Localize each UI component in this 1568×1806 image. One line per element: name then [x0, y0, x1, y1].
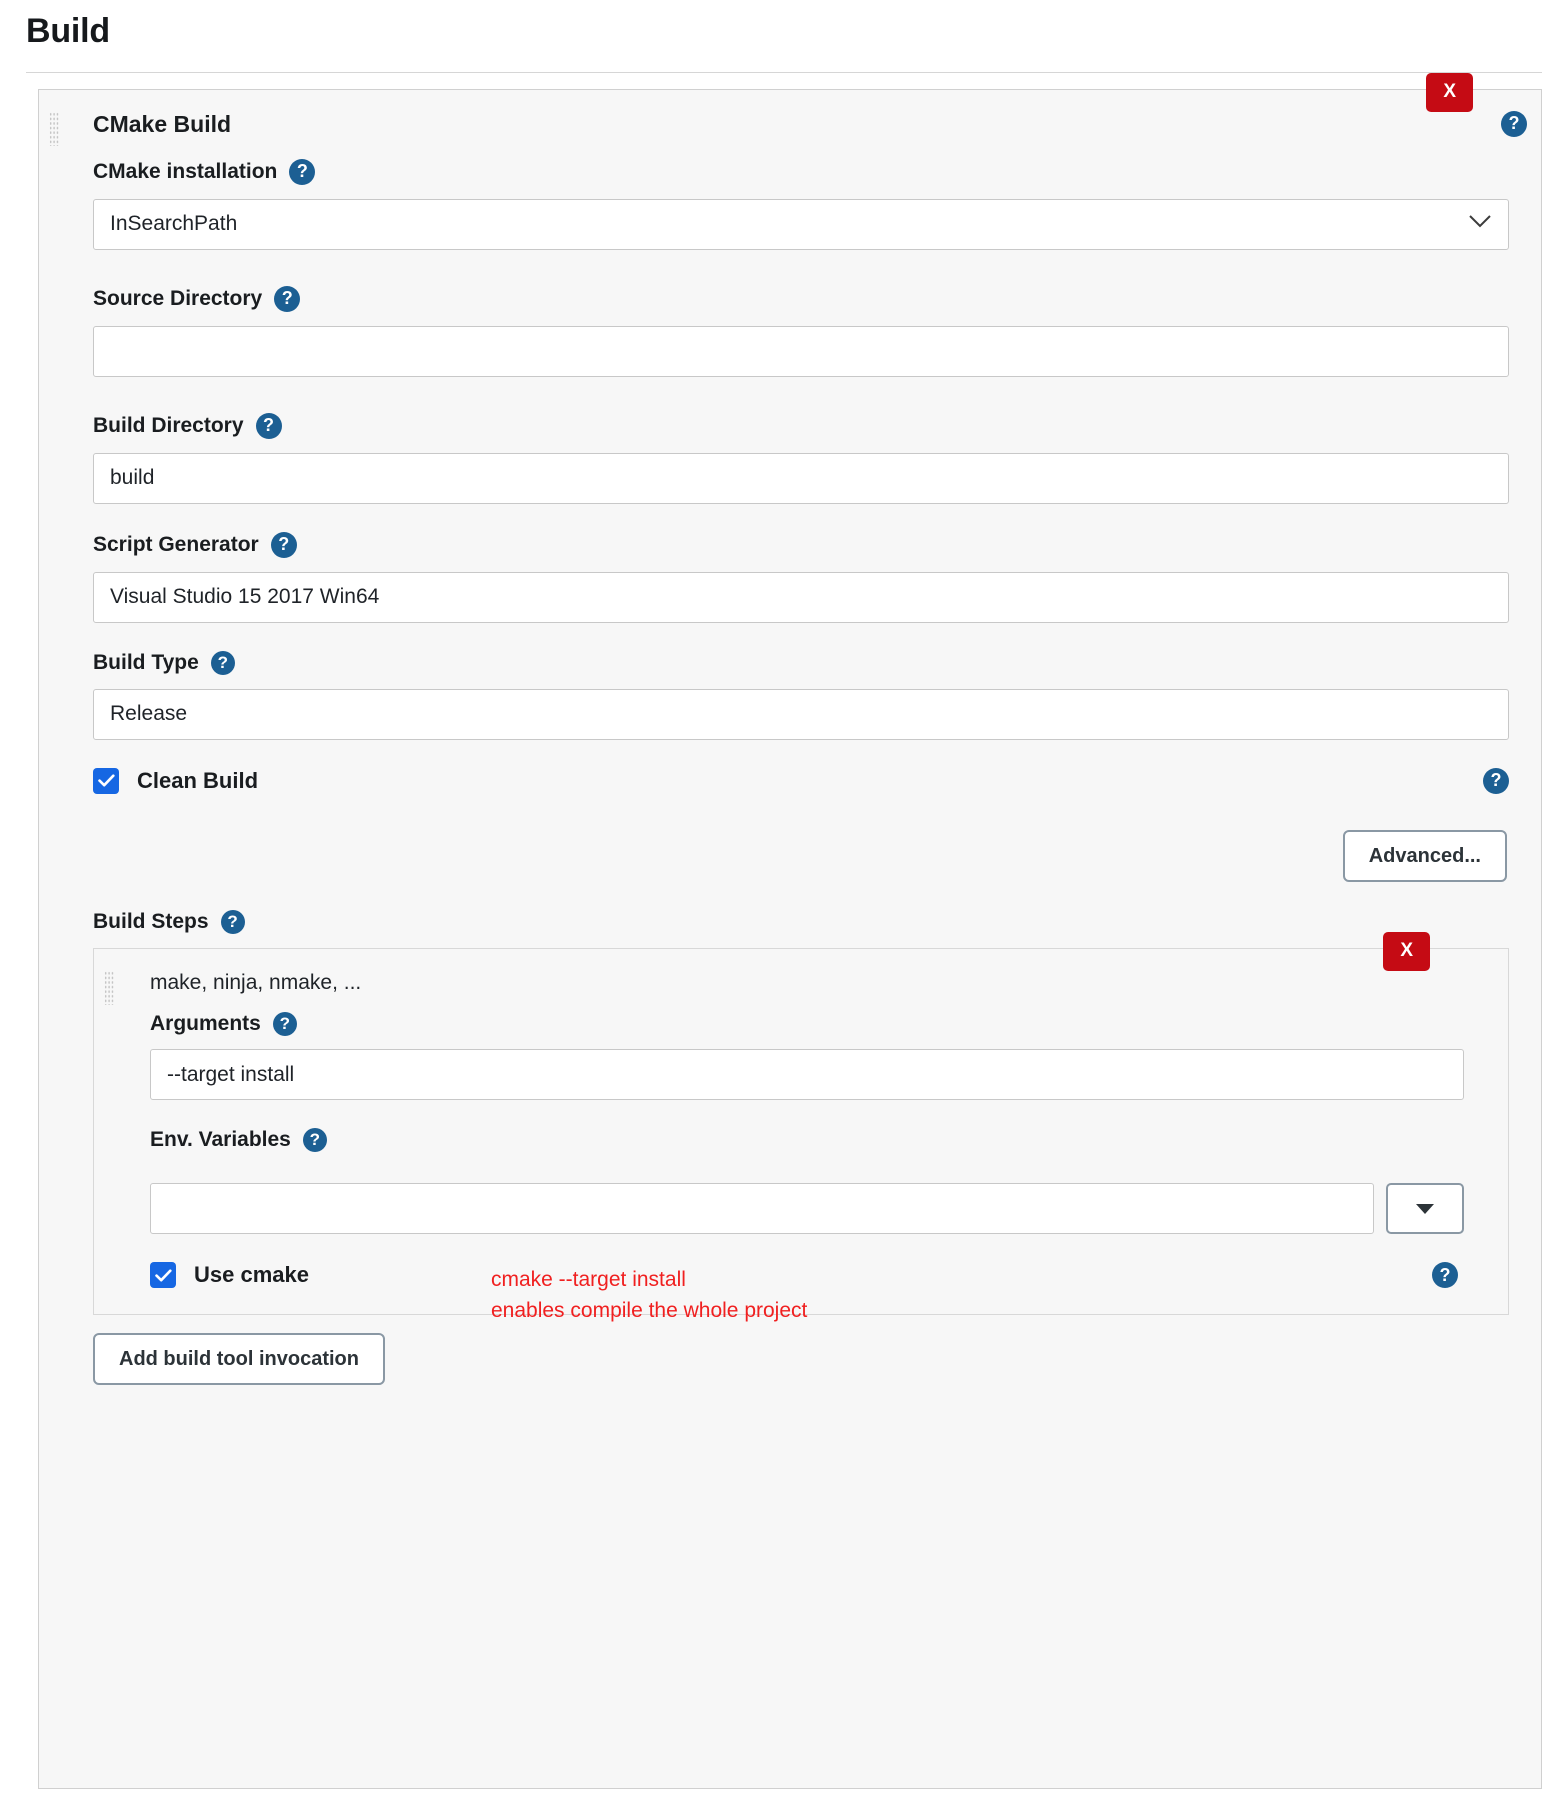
label-arguments: Arguments ?	[150, 1012, 1486, 1037]
label-build-type-text: Build Type	[93, 650, 199, 674]
help-circle-icon-cmake-build[interactable]: ?	[1501, 110, 1527, 137]
build-step-title: CMake Build	[93, 110, 232, 137]
label-env-variables-text: Env. Variables	[150, 1128, 291, 1152]
checkmark-icon	[97, 774, 115, 787]
add-invocation-wrap: Add build tool invocation	[93, 1333, 1519, 1386]
label-build-steps-text: Build Steps	[93, 909, 209, 933]
label-source-directory-text: Source Directory	[93, 286, 263, 310]
build-directory-wrap	[93, 452, 1509, 504]
source-directory-wrap	[93, 325, 1509, 377]
help-circle-icon-clean-build[interactable]: ?	[1483, 767, 1509, 794]
label-cmake-installation-text: CMake installation	[93, 159, 278, 183]
env-variables-row	[150, 1183, 1464, 1235]
cmake-build-panel: X ? CMake Build CMake installation ? Sou…	[38, 72, 1542, 1789]
cmake-installation-select[interactable]	[93, 198, 1509, 250]
help-circle-icon-build-steps[interactable]: ?	[220, 909, 245, 934]
use-cmake-label: Use cmake	[194, 1262, 309, 1288]
arguments-input[interactable]	[150, 1049, 1464, 1101]
header-divider	[26, 71, 1542, 73]
delete-invocation-button[interactable]: X	[1383, 931, 1430, 971]
label-build-type: Build Type ?	[93, 650, 1519, 675]
label-arguments-text: Arguments	[150, 1012, 261, 1036]
advanced-button[interactable]: Advanced...	[1342, 829, 1507, 882]
advanced-button-wrap: Advanced...	[61, 829, 1507, 882]
arguments-wrap	[150, 1049, 1464, 1101]
env-variables-dropdown-button[interactable]	[1386, 1183, 1464, 1235]
delete-build-step-button[interactable]: X	[1426, 72, 1473, 112]
build-type-input[interactable]	[93, 688, 1509, 740]
label-env-variables: Env. Variables ?	[150, 1128, 1486, 1153]
checkmark-icon	[154, 1268, 172, 1282]
label-source-directory: Source Directory ?	[93, 285, 1519, 312]
script-generator-input[interactable]	[93, 571, 1509, 623]
build-tool-invocation-panel: X make, ninja, nmake, ... Arguments ? En…	[93, 931, 1509, 1316]
label-cmake-installation: CMake installation ?	[93, 158, 1519, 185]
page-header: Build	[0, 0, 1568, 60]
help-circle-icon-arguments[interactable]: ?	[272, 1012, 297, 1037]
page-title: Build	[26, 12, 110, 50]
label-build-directory-text: Build Directory	[93, 413, 244, 437]
triangle-down-icon	[1416, 1203, 1434, 1214]
add-build-tool-invocation-button[interactable]: Add build tool invocation	[93, 1333, 385, 1386]
clean-build-checkbox[interactable]	[93, 767, 119, 794]
label-script-generator-text: Script Generator	[93, 532, 259, 556]
help-circle-icon-script-generator[interactable]: ?	[270, 531, 297, 558]
env-variables-input[interactable]	[150, 1183, 1374, 1235]
label-build-directory: Build Directory ?	[93, 412, 1519, 439]
label-build-steps: Build Steps ?	[93, 909, 1519, 934]
label-script-generator: Script Generator ?	[93, 531, 1519, 558]
invocation-title: make, ninja, nmake, ...	[150, 970, 362, 994]
build-directory-input[interactable]	[93, 452, 1509, 504]
help-circle-icon-cmake-installation[interactable]: ?	[289, 158, 316, 185]
help-circle-icon-use-cmake[interactable]: ?	[1432, 1262, 1458, 1289]
drag-grip-icon[interactable]	[49, 111, 59, 146]
source-directory-input[interactable]	[93, 325, 1509, 377]
clean-build-label: Clean Build	[137, 767, 259, 793]
use-cmake-row: Use cmake ?	[150, 1262, 1476, 1289]
clean-build-row: Clean Build ?	[93, 767, 1509, 794]
drag-grip-icon-invocation[interactable]	[104, 970, 114, 1005]
help-circle-icon-build-directory[interactable]: ?	[255, 412, 282, 439]
cmake-installation-select-wrap	[93, 198, 1509, 250]
build-type-wrap	[93, 688, 1509, 740]
help-circle-icon-env-variables[interactable]: ?	[302, 1128, 327, 1153]
help-circle-icon-source-directory[interactable]: ?	[274, 285, 301, 312]
script-generator-wrap	[93, 571, 1509, 623]
use-cmake-checkbox[interactable]	[150, 1262, 176, 1289]
help-circle-icon-build-type[interactable]: ?	[210, 650, 235, 675]
